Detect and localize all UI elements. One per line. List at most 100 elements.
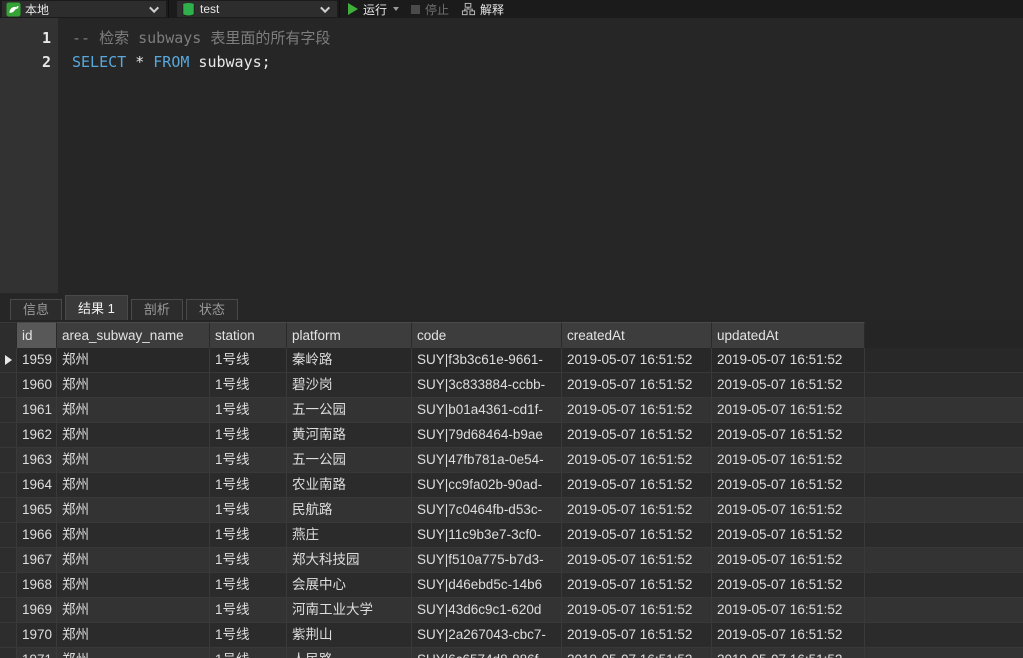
table-row[interactable]: 1963 郑州 1号线 五一公园 SUY|47fb781a-0e54- 2019-05-0… <box>0 448 1023 473</box>
row-selector[interactable] <box>0 598 17 622</box>
cell-id[interactable]: 1970 <box>17 623 57 647</box>
cell-id[interactable]: 1969 <box>17 598 57 622</box>
cell-station[interactable]: 1号线 <box>210 423 287 447</box>
cell-code[interactable]: SUY|3c833884-ccbb- <box>412 373 562 397</box>
cell-area_subway_name[interactable]: 郑州 <box>57 398 210 422</box>
cell-code[interactable]: SUY|f510a775-b7d3- <box>412 548 562 572</box>
cell-platform[interactable]: 秦岭路 <box>287 348 412 372</box>
sql-code-area[interactable]: -- 检索 subways 表里面的所有字段 SELECT * FROM subw… <box>58 18 1023 293</box>
row-selector[interactable] <box>0 548 17 572</box>
column-header-id[interactable]: id <box>17 322 57 348</box>
column-header-station[interactable]: station <box>210 322 287 348</box>
table-row[interactable]: 1965 郑州 1号线 民航路 SUY|7c0464fb-d53c- 2019-05-07… <box>0 498 1023 523</box>
cell-createdAt[interactable]: 2019-05-07 16:51:52 <box>562 373 712 397</box>
cell-platform[interactable]: 农业南路 <box>287 473 412 497</box>
row-selector[interactable] <box>0 623 17 647</box>
table-row[interactable]: 1971郑州1号线人民路SUY|6c6574d8-886f2019-05-07 … <box>0 648 1023 658</box>
table-row[interactable]: 1961 郑州 1号线 五一公园 SUY|b01a4361-cd1f- 2019-05-0… <box>0 398 1023 423</box>
cell-platform[interactable]: 民航路 <box>287 498 412 522</box>
cell-id[interactable]: 1963 <box>17 448 57 472</box>
table-row[interactable]: 1967 郑州 1号线 郑大科技园 SUY|f510a775-b7d3- 2019-05-… <box>0 548 1023 573</box>
cell-createdAt[interactable]: 2019-05-07 16:51:52 <box>562 623 712 647</box>
column-header-area_subway_name[interactable]: area_subway_name <box>57 322 210 348</box>
cell-createdAt[interactable]: 2019-05-07 16:51:52 <box>562 448 712 472</box>
cell-area_subway_name[interactable]: 郑州 <box>57 548 210 572</box>
cell-updatedAt[interactable]: 2019-05-07 16:51:52 <box>712 498 865 522</box>
cell-platform[interactable]: 五一公园 <box>287 398 412 422</box>
cell-station[interactable]: 1号线 <box>210 523 287 547</box>
database-select[interactable]: test <box>177 1 337 17</box>
cell-station[interactable]: 1号线 <box>210 598 287 622</box>
cell-code[interactable]: SUY|2a267043-cbc7- <box>412 623 562 647</box>
cell-platform[interactable]: 五一公园 <box>287 448 412 472</box>
cell-createdAt[interactable]: 2019-05-07 16:51:52 <box>562 398 712 422</box>
cell-platform[interactable]: 燕庄 <box>287 523 412 547</box>
cell-station[interactable]: 1号线 <box>210 548 287 572</box>
cell-updatedAt[interactable]: 2019-05-07 16:51:52 <box>712 348 865 372</box>
row-selector[interactable] <box>0 648 17 658</box>
cell-code[interactable]: SUY|47fb781a-0e54- <box>412 448 562 472</box>
cell-updatedAt[interactable]: 2019-05-07 16:51:52 <box>712 648 865 658</box>
cell-platform[interactable]: 郑大科技园 <box>287 548 412 572</box>
sql-line[interactable]: SELECT * FROM subways; <box>72 50 1023 74</box>
cell-code[interactable]: SUY|d46ebd5c-14b6 <box>412 573 562 597</box>
cell-area_subway_name[interactable]: 郑州 <box>57 423 210 447</box>
table-row[interactable]: 1959 郑州 1号线 秦岭路 SUY|f3b3c61e-9661- 2019-05-07… <box>0 348 1023 373</box>
table-row[interactable]: 1962 郑州 1号线 黄河南路 SUY|79d68464-b9ae 2019-05-07… <box>0 423 1023 448</box>
cell-platform[interactable]: 会展中心 <box>287 573 412 597</box>
table-row[interactable]: 1970 郑州 1号线 紫荆山 SUY|2a267043-cbc7- 2019-05-07… <box>0 623 1023 648</box>
cell-id[interactable]: 1966 <box>17 523 57 547</box>
cell-createdAt[interactable]: 2019-05-07 16:51:52 <box>562 523 712 547</box>
cell-station[interactable]: 1号线 <box>210 623 287 647</box>
cell-updatedAt[interactable]: 2019-05-07 16:51:52 <box>712 598 865 622</box>
column-header-platform[interactable]: platform <box>287 322 412 348</box>
table-row[interactable]: 1964 郑州 1号线 农业南路 SUY|cc9fa02b-90ad- 2019-05-0… <box>0 473 1023 498</box>
cell-station[interactable]: 1号线 <box>210 473 287 497</box>
cell-area_subway_name[interactable]: 郑州 <box>57 598 210 622</box>
cell-station[interactable]: 1号线 <box>210 348 287 372</box>
table-row[interactable]: 1966 郑州 1号线 燕庄 SUY|11c9b3e7-3cf0- 2019-05-07 … <box>0 523 1023 548</box>
cell-createdAt[interactable]: 2019-05-07 16:51:52 <box>562 498 712 522</box>
cell-area_subway_name[interactable]: 郑州 <box>57 373 210 397</box>
cell-updatedAt[interactable]: 2019-05-07 16:51:52 <box>712 373 865 397</box>
cell-createdAt[interactable]: 2019-05-07 16:51:52 <box>562 548 712 572</box>
connection-select[interactable]: 本地 <box>2 1 166 17</box>
cell-id[interactable]: 1968 <box>17 573 57 597</box>
cell-updatedAt[interactable]: 2019-05-07 16:51:52 <box>712 423 865 447</box>
explain-button[interactable]: 解释 <box>455 1 510 17</box>
cell-updatedAt[interactable]: 2019-05-07 16:51:52 <box>712 523 865 547</box>
column-header-updatedAt[interactable]: updatedAt <box>712 322 865 348</box>
tab-result-1[interactable]: 结果 1 <box>65 295 128 320</box>
cell-code[interactable]: SUY|7c0464fb-d53c- <box>412 498 562 522</box>
cell-platform[interactable]: 人民路 <box>287 648 412 658</box>
cell-updatedAt[interactable]: 2019-05-07 16:51:52 <box>712 623 865 647</box>
cell-station[interactable]: 1号线 <box>210 573 287 597</box>
tab-status[interactable]: 状态 <box>185 299 238 320</box>
sql-line[interactable]: -- 检索 subways 表里面的所有字段 <box>72 26 1023 50</box>
cell-id[interactable]: 1961 <box>17 398 57 422</box>
run-dropdown-arrow-icon[interactable] <box>393 7 400 11</box>
row-selector[interactable] <box>0 448 17 472</box>
row-selector[interactable] <box>0 423 17 447</box>
table-row[interactable]: 1960 郑州 1号线 碧沙岗 SUY|3c833884-ccbb- 2019-05-07… <box>0 373 1023 398</box>
row-selector[interactable] <box>0 573 17 597</box>
cell-id[interactable]: 1959 <box>17 348 57 372</box>
cell-id[interactable]: 1964 <box>17 473 57 497</box>
row-selector[interactable] <box>0 373 17 397</box>
cell-createdAt[interactable]: 2019-05-07 16:51:52 <box>562 423 712 447</box>
run-button[interactable]: 运行 <box>342 1 405 17</box>
column-header-createdAt[interactable]: createdAt <box>562 322 712 348</box>
cell-code[interactable]: SUY|43d6c9c1-620d <box>412 598 562 622</box>
row-selector[interactable] <box>0 498 17 522</box>
cell-id[interactable]: 1960 <box>17 373 57 397</box>
cell-platform[interactable]: 碧沙岗 <box>287 373 412 397</box>
cell-station[interactable]: 1号线 <box>210 648 287 658</box>
cell-updatedAt[interactable]: 2019-05-07 16:51:52 <box>712 548 865 572</box>
cell-updatedAt[interactable]: 2019-05-07 16:51:52 <box>712 473 865 497</box>
row-selector[interactable] <box>0 398 17 422</box>
cell-createdAt[interactable]: 2019-05-07 16:51:52 <box>562 598 712 622</box>
row-selector[interactable] <box>0 473 17 497</box>
cell-area_subway_name[interactable]: 郑州 <box>57 473 210 497</box>
table-row[interactable]: 1968 郑州 1号线 会展中心 SUY|d46ebd5c-14b6 2019-05-07… <box>0 573 1023 598</box>
cell-code[interactable]: SUY|6c6574d8-886f <box>412 648 562 658</box>
